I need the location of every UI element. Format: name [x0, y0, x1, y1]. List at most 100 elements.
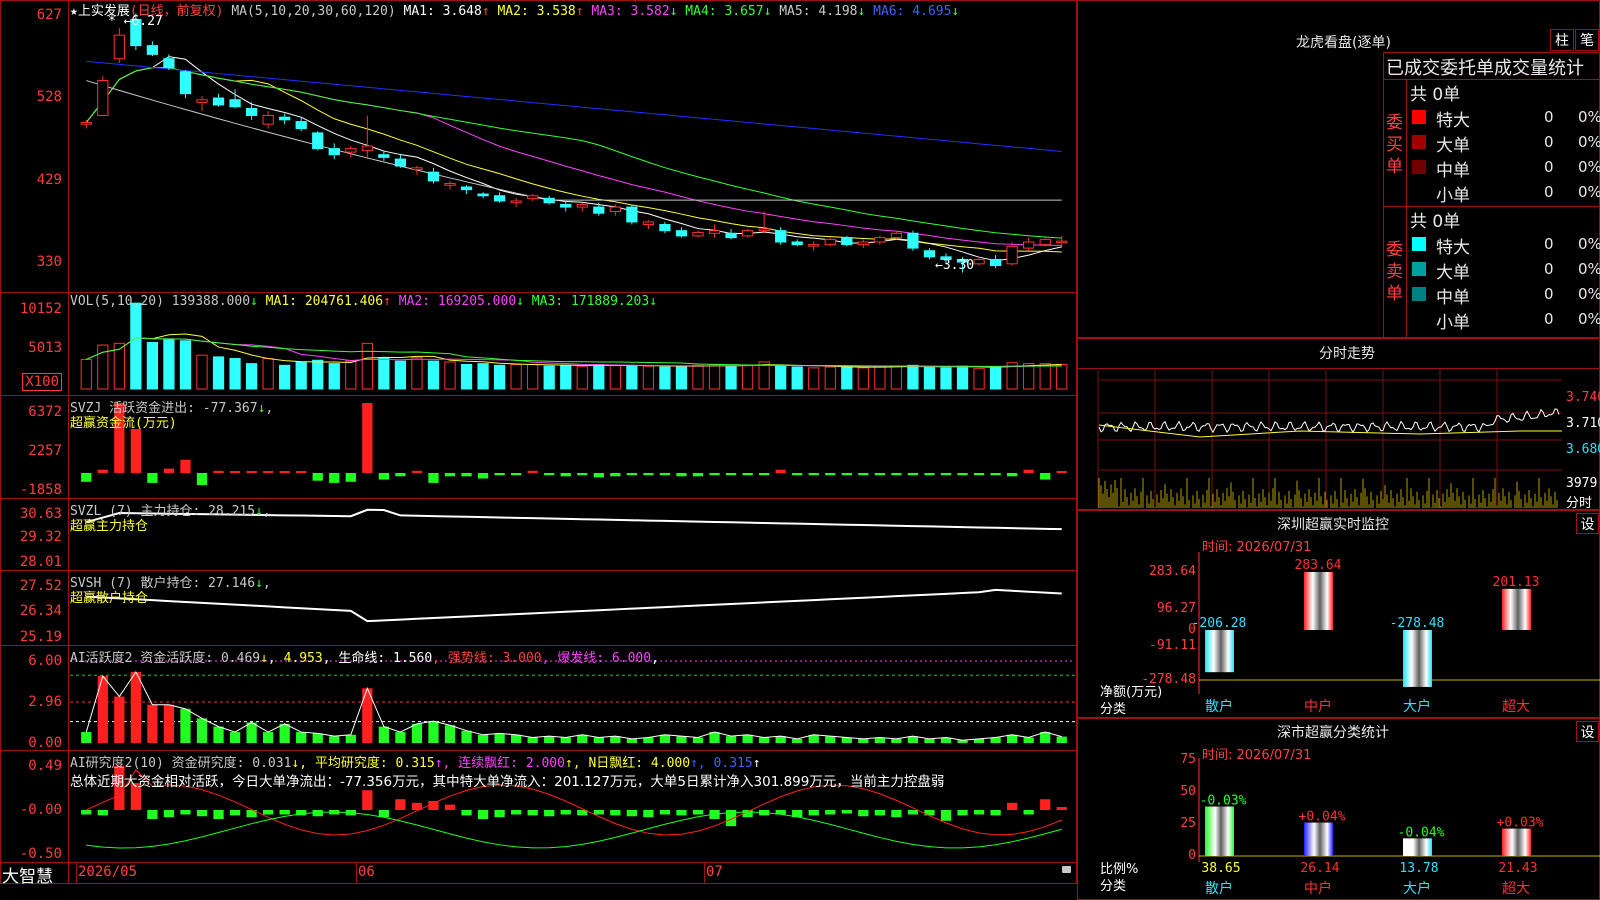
ai1-value-2: , 生命线: 1.560	[322, 651, 433, 666]
volume-bar	[741, 364, 754, 390]
candle	[345, 148, 357, 153]
ai2-bar	[511, 810, 522, 815]
ai1-bar	[593, 737, 604, 743]
ai1-bar	[560, 737, 571, 743]
ai2-bar	[147, 810, 158, 819]
ai2-bar	[81, 810, 92, 815]
brand-label: 大智慧	[2, 867, 53, 887]
svsh-axis-2: 26.34	[19, 603, 62, 619]
ai2-bar	[461, 810, 472, 816]
svzj-bar	[263, 471, 274, 473]
candle	[543, 197, 555, 204]
svzj-bar	[1056, 471, 1067, 473]
lhb-row-name: 特大	[1436, 238, 1470, 258]
ai2-bar	[610, 810, 621, 816]
svzj-bar	[560, 473, 571, 477]
ai1-bar	[858, 738, 869, 743]
ma-value-2: MA2: 3.538	[489, 4, 576, 19]
ai2-bar	[626, 810, 637, 817]
ma-arrow-2: ↑	[575, 4, 584, 19]
ai1-bar	[924, 738, 935, 743]
low-marker: ←3.30	[935, 258, 975, 273]
stats-settings-button[interactable]: 设	[1576, 721, 1599, 742]
candle	[262, 114, 274, 125]
ai2-axis-1: 0.49	[28, 758, 62, 774]
ma-line-1	[85, 56, 1062, 262]
lhb-row-pct: 0%	[1578, 235, 1600, 253]
stats-axis-tick: 75	[1180, 752, 1196, 767]
candle	[212, 97, 225, 106]
ai1-bar	[130, 671, 141, 743]
svzj-bar	[593, 473, 604, 478]
svzj-bar	[246, 471, 257, 473]
ai1-bar	[147, 704, 158, 743]
lhb-row-count: 0	[1544, 285, 1554, 303]
lhb-color-swatch	[1412, 110, 1426, 124]
svzj-bar	[924, 473, 935, 476]
ai1-axis-2: 2.96	[28, 694, 62, 710]
volume-bar	[130, 302, 142, 390]
lhb-row-name: 大单	[1436, 263, 1470, 283]
svzj-bar	[544, 473, 555, 476]
ai1-bar	[395, 732, 406, 743]
volume-bar	[775, 365, 787, 390]
monitor-axis-tick: -91.11	[1149, 638, 1196, 653]
lhb-row-count: 0	[1544, 108, 1554, 126]
svzj-bar	[792, 473, 803, 476]
ai1-value-5: ,	[651, 651, 659, 666]
svzj-bar	[329, 473, 340, 483]
svzj-bar	[97, 469, 108, 473]
volume-bar	[824, 366, 836, 390]
candle	[411, 167, 423, 171]
stats-title: 深市超赢分类统计	[1277, 725, 1389, 741]
vol-value-4: MA3: 171889.203	[523, 294, 650, 309]
ai1-bar	[114, 696, 125, 743]
vol-values: 139388.000↓ MA1: 204761.406↑ MA2: 169205…	[172, 294, 657, 309]
bar-mode-button[interactable]: 柱	[1550, 29, 1574, 51]
ai2-bar	[494, 810, 505, 818]
ai2-bar	[858, 810, 869, 817]
monitor-settings-button[interactable]: 设	[1576, 513, 1599, 534]
stock-star-icon[interactable]: ★	[70, 4, 78, 19]
tick-mode-button[interactable]: 笔	[1575, 29, 1599, 51]
ai1-bar	[461, 730, 472, 743]
ai2-bar	[891, 810, 902, 818]
vol-arrow-3: ↓	[516, 294, 524, 309]
svzj-bar	[577, 473, 588, 476]
svzj-axis-3: -1858	[19, 482, 62, 498]
vol-value-3: MA2: 169205.000	[390, 294, 517, 309]
candle	[444, 183, 456, 186]
volume-bar	[328, 363, 340, 390]
vol-value-2: MA1: 204761.406	[257, 294, 384, 309]
volume-bar	[560, 364, 572, 390]
ai1-bar	[81, 732, 92, 743]
candle	[279, 116, 291, 121]
ai1-bar	[428, 721, 439, 743]
ma-line-3	[85, 67, 1062, 246]
svzj-bar	[692, 473, 704, 477]
lhb-color-swatch	[1412, 185, 1426, 199]
low-value: 3.30	[942, 258, 975, 273]
svzl-axis-1: 30.63	[19, 506, 62, 522]
ai2-bar	[841, 810, 852, 814]
ai2-bar	[544, 810, 555, 817]
price-axis-4: 330	[36, 254, 62, 270]
svzj-axis-1: 6372	[28, 404, 62, 420]
lock-icon[interactable]	[1062, 866, 1071, 873]
volume-bar	[708, 363, 721, 390]
monitor-axis-tick: 0	[1188, 622, 1196, 637]
svzj-bar	[229, 471, 241, 473]
lhb-color-swatch	[1412, 287, 1426, 301]
candle	[659, 224, 671, 232]
lhb-row-count: 0	[1544, 133, 1554, 151]
svzj-bar	[957, 473, 968, 476]
volume-bar	[543, 365, 555, 390]
volume-bar	[940, 367, 952, 390]
high-marker: * ←6.27	[108, 14, 163, 29]
fenshi-axis-3: 3.680	[1566, 442, 1600, 457]
ai2-value-2: ↑, 连续飘红: 2.000	[434, 756, 565, 771]
svzj-bar	[279, 471, 290, 473]
svzl-subtitle: 超赢主力持仓	[70, 519, 149, 534]
candle	[378, 154, 390, 158]
volume-bar	[890, 365, 903, 390]
